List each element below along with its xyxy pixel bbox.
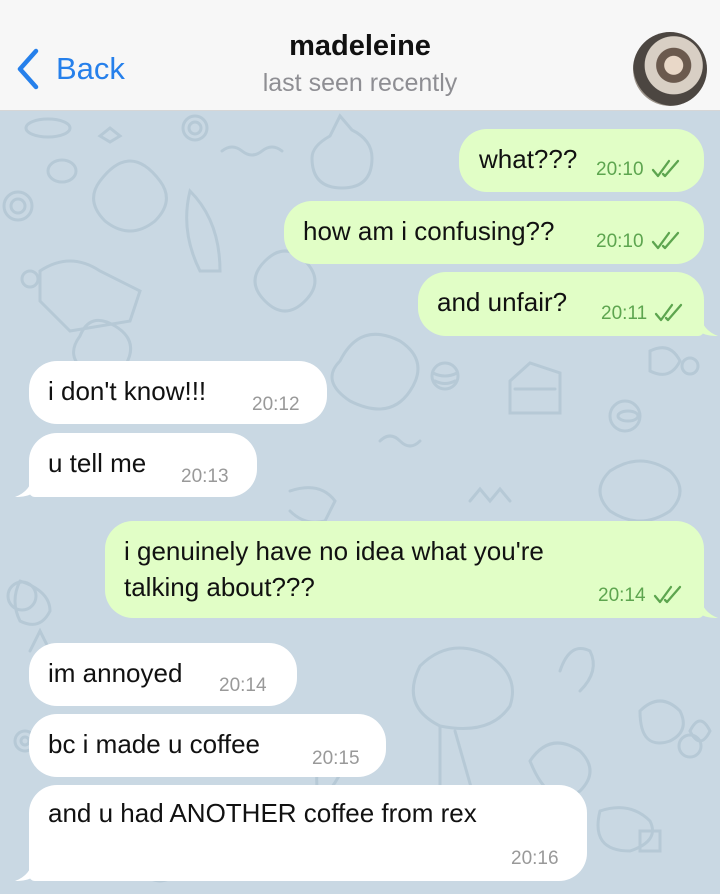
message-bubble-outgoing[interactable]: what??? 20:10 <box>459 129 704 192</box>
bubble-tail <box>700 314 718 336</box>
chat-header: Back madeleine last seen recently <box>0 0 720 111</box>
double-check-icon <box>653 585 682 604</box>
double-check-icon <box>651 159 680 178</box>
double-check-icon <box>654 303 683 322</box>
message-time: 20:14 <box>598 585 646 606</box>
message-time: 20:10 <box>596 159 644 180</box>
message-time: 20:13 <box>181 466 229 487</box>
message-bubble-outgoing[interactable]: i genuinely have no idea what you're tal… <box>105 521 704 618</box>
message-text: i genuinely have no idea what you're tal… <box>124 536 544 602</box>
message-time: 20:11 <box>601 303 648 324</box>
message-bubble-incoming[interactable]: and u had ANOTHER coffee from rex 20:16 <box>29 785 587 881</box>
message-text: what??? <box>479 144 578 174</box>
message-text: and u had ANOTHER coffee from rex <box>48 798 477 828</box>
bubble-tail <box>15 475 33 497</box>
message-bubble-outgoing[interactable]: and unfair? 20:11 <box>418 272 704 336</box>
contact-status: last seen recently <box>262 69 458 97</box>
message-text: how am i confusing?? <box>303 216 555 246</box>
avatar[interactable] <box>633 32 707 106</box>
message-text: i don't know!!! <box>48 376 207 406</box>
message-time: 20:12 <box>252 394 300 415</box>
message-time: 20:10 <box>596 231 644 252</box>
message-text: and unfair? <box>437 287 568 317</box>
chat-area[interactable]: what??? 20:10 how am i confusing?? 20:10… <box>0 111 720 894</box>
message-text: im annoyed <box>48 658 183 688</box>
contact-info[interactable]: madeleine last seen recently <box>0 30 720 98</box>
message-bubble-incoming[interactable]: u tell me 20:13 <box>29 433 257 497</box>
message-bubble-incoming[interactable]: bc i made u coffee 20:15 <box>29 714 386 777</box>
message-bubble-incoming[interactable]: im annoyed 20:14 <box>29 643 297 706</box>
double-check-icon <box>651 231 680 250</box>
message-text: u tell me <box>48 448 147 478</box>
message-time: 20:16 <box>511 848 559 869</box>
message-time: 20:14 <box>219 675 267 696</box>
contact-name: madeleine <box>289 30 431 62</box>
message-time: 20:15 <box>312 748 360 769</box>
message-bubble-incoming[interactable]: i don't know!!! 20:12 <box>29 361 327 424</box>
bubble-tail <box>700 596 718 618</box>
message-text: bc i made u coffee <box>48 729 260 759</box>
bubble-tail <box>15 859 33 881</box>
message-bubble-outgoing[interactable]: how am i confusing?? 20:10 <box>284 201 704 264</box>
